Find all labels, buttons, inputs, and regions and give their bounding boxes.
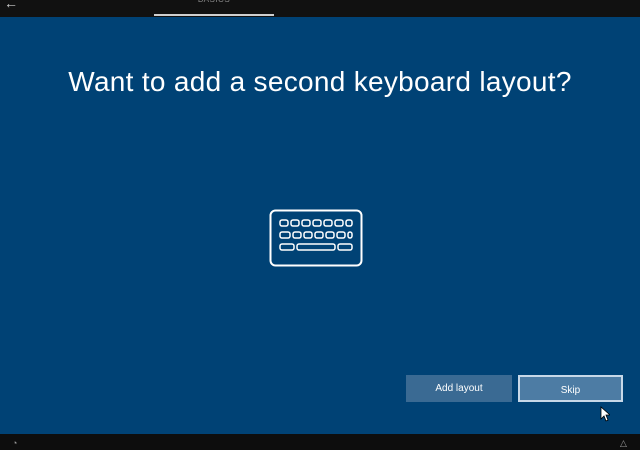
ease-of-access-icon[interactable]: ◔ — [12, 438, 22, 448]
volume-icon[interactable]: △ — [620, 438, 632, 448]
top-bar: ← Basics — [0, 0, 640, 17]
skip-button[interactable]: Skip — [518, 375, 623, 402]
main-content: Want to add a second keyboard layout? — [0, 17, 640, 434]
section-tab-underline — [154, 14, 274, 16]
bottom-bar — [0, 434, 640, 450]
setup-window: ← Basics Want to add a second keyboard l… — [0, 0, 640, 450]
page-title: Want to add a second keyboard layout? — [68, 66, 572, 97]
add-layout-button[interactable]: Add layout — [406, 375, 512, 402]
back-arrow-icon[interactable]: ← — [4, 0, 22, 12]
keyboard-icon — [269, 209, 363, 267]
mouse-cursor-icon — [600, 406, 610, 422]
